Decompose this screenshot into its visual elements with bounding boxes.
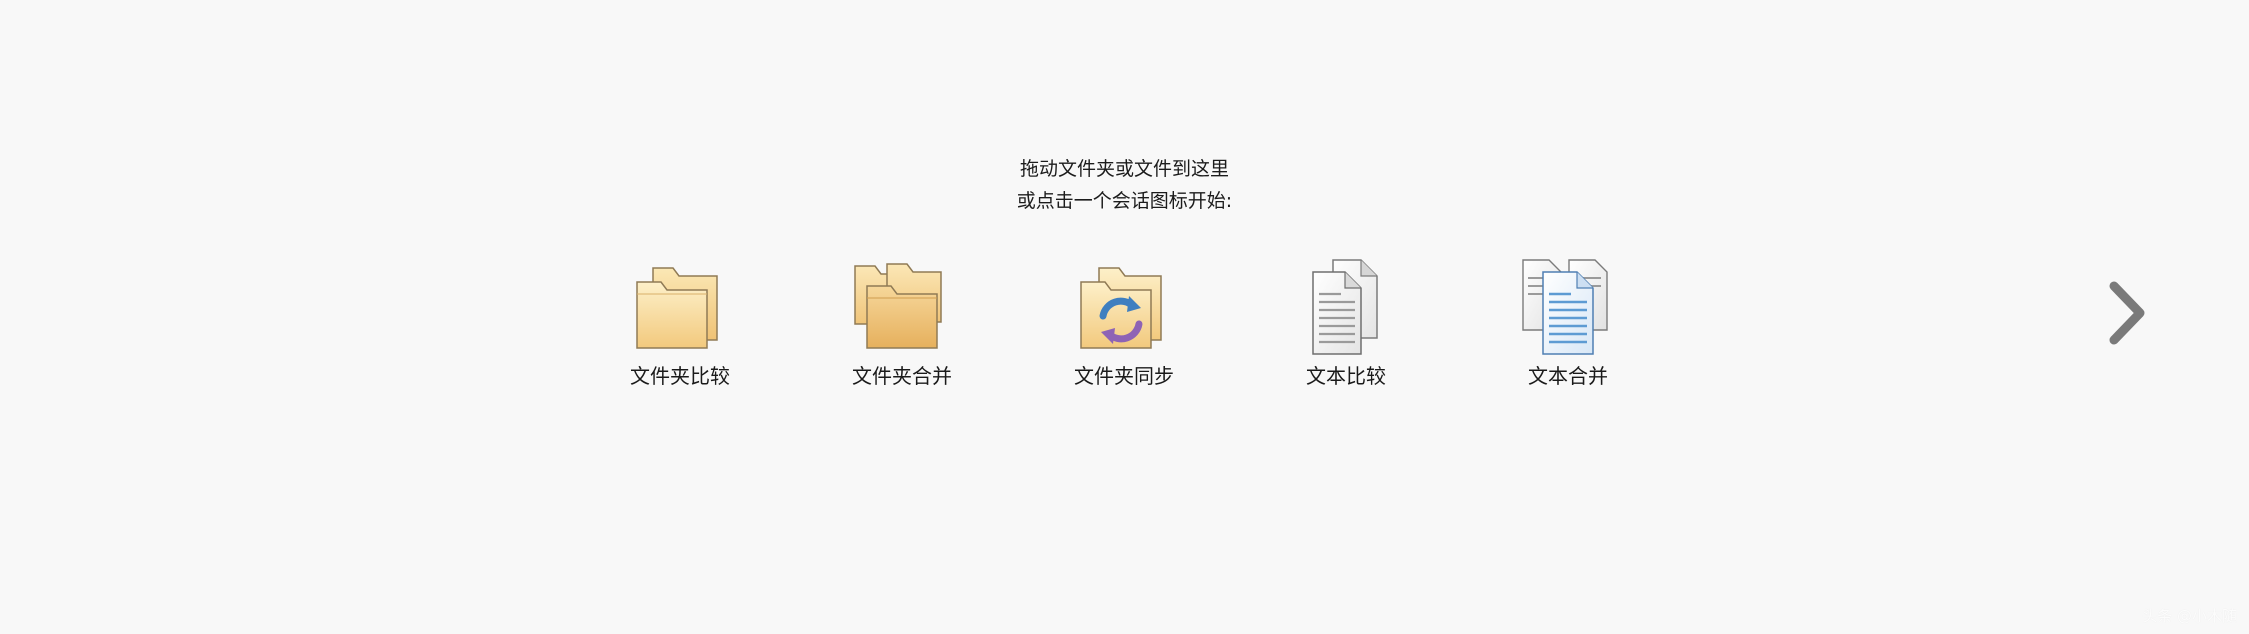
folder-sync-icon: [1069, 258, 1179, 356]
session-text-merge[interactable]: 文本合并: [1468, 258, 1668, 398]
drop-hint-text: 拖动文件夹或文件到这里: [1019, 158, 1229, 180]
session-launcher: 文件夹比较 文件夹合并 文件夹同步 文本比较 文本合并: [0, 258, 2249, 398]
chevron-right-icon: [2104, 280, 2150, 346]
welcome-panel[interactable]: 拖动文件夹或文件到这里 或点击一个会话图标开始: 文件夹比较 文件夹合并 文件夹…: [0, 0, 2249, 634]
folder-compare-icon: [625, 258, 735, 356]
session-folder-merge[interactable]: 文件夹合并: [802, 258, 1002, 398]
session-text-compare[interactable]: 文本比较: [1246, 258, 1446, 398]
next-page-button[interactable]: [2104, 280, 2150, 346]
session-label: 文件夹比较: [630, 364, 730, 388]
watermark: 头条 @小木随: [2142, 607, 2237, 625]
session-label: 文件夹合并: [852, 364, 952, 388]
session-folder-sync[interactable]: 文件夹同步: [1024, 258, 1224, 398]
folder-merge-icon: [847, 258, 957, 356]
session-folder-compare[interactable]: 文件夹比较: [580, 258, 780, 398]
start-hint-text: 或点击一个会话图标开始:: [1016, 190, 1233, 212]
session-label: 文本比较: [1306, 364, 1386, 388]
session-label: 文本合并: [1528, 364, 1608, 388]
text-compare-icon: [1291, 258, 1401, 356]
text-merge-icon: [1513, 258, 1623, 356]
session-label: 文件夹同步: [1074, 364, 1174, 388]
